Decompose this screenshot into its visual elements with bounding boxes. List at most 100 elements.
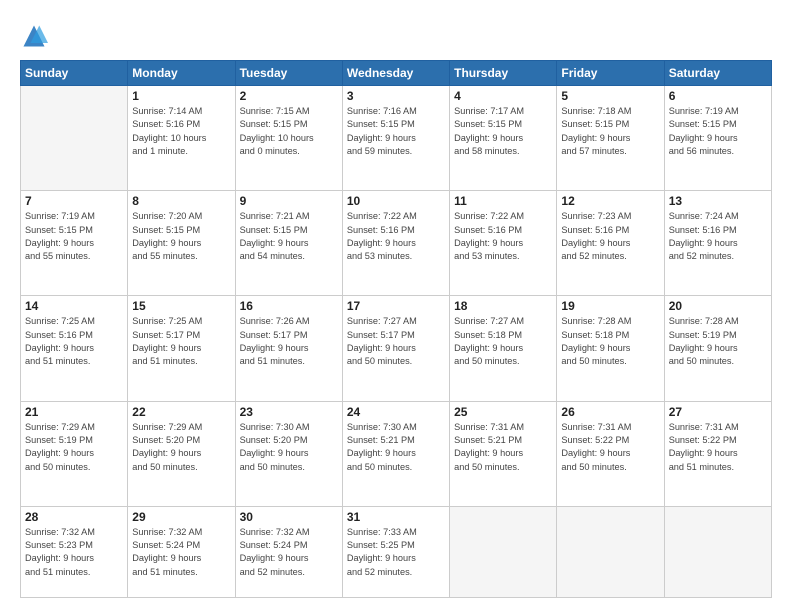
day-info: Sunrise: 7:31 AMSunset: 5:22 PMDaylight:… xyxy=(669,421,767,474)
day-info: Sunrise: 7:31 AMSunset: 5:21 PMDaylight:… xyxy=(454,421,552,474)
weekday-header-row: SundayMondayTuesdayWednesdayThursdayFrid… xyxy=(21,61,772,86)
day-info: Sunrise: 7:30 AMSunset: 5:20 PMDaylight:… xyxy=(240,421,338,474)
logo xyxy=(20,22,50,50)
day-info: Sunrise: 7:18 AMSunset: 5:15 PMDaylight:… xyxy=(561,105,659,158)
day-info: Sunrise: 7:32 AMSunset: 5:24 PMDaylight:… xyxy=(240,526,338,579)
day-info: Sunrise: 7:22 AMSunset: 5:16 PMDaylight:… xyxy=(454,210,552,263)
weekday-header-sunday: Sunday xyxy=(21,61,128,86)
week-row-3: 14 Sunrise: 7:25 AMSunset: 5:16 PMDayligh… xyxy=(21,296,772,401)
calendar-cell: 21 Sunrise: 7:29 AMSunset: 5:19 PMDayligh… xyxy=(21,401,128,506)
day-number: 29 xyxy=(132,510,230,524)
day-info: Sunrise: 7:20 AMSunset: 5:15 PMDaylight:… xyxy=(132,210,230,263)
calendar-cell: 14 Sunrise: 7:25 AMSunset: 5:16 PMDayligh… xyxy=(21,296,128,401)
calendar-cell: 24 Sunrise: 7:30 AMSunset: 5:21 PMDayligh… xyxy=(342,401,449,506)
day-number: 30 xyxy=(240,510,338,524)
calendar-cell: 12 Sunrise: 7:23 AMSunset: 5:16 PMDayligh… xyxy=(557,191,664,296)
day-info: Sunrise: 7:31 AMSunset: 5:22 PMDaylight:… xyxy=(561,421,659,474)
day-info: Sunrise: 7:30 AMSunset: 5:21 PMDaylight:… xyxy=(347,421,445,474)
weekday-header-monday: Monday xyxy=(128,61,235,86)
day-number: 10 xyxy=(347,194,445,208)
day-info: Sunrise: 7:16 AMSunset: 5:15 PMDaylight:… xyxy=(347,105,445,158)
calendar-cell: 23 Sunrise: 7:30 AMSunset: 5:20 PMDayligh… xyxy=(235,401,342,506)
day-info: Sunrise: 7:15 AMSunset: 5:15 PMDaylight:… xyxy=(240,105,338,158)
day-number: 1 xyxy=(132,89,230,103)
day-number: 21 xyxy=(25,405,123,419)
day-info: Sunrise: 7:24 AMSunset: 5:16 PMDaylight:… xyxy=(669,210,767,263)
day-number: 6 xyxy=(669,89,767,103)
week-row-4: 21 Sunrise: 7:29 AMSunset: 5:19 PMDayligh… xyxy=(21,401,772,506)
page: SundayMondayTuesdayWednesdayThursdayFrid… xyxy=(0,0,792,612)
day-info: Sunrise: 7:25 AMSunset: 5:17 PMDaylight:… xyxy=(132,315,230,368)
calendar-cell: 11 Sunrise: 7:22 AMSunset: 5:16 PMDayligh… xyxy=(450,191,557,296)
day-info: Sunrise: 7:23 AMSunset: 5:16 PMDaylight:… xyxy=(561,210,659,263)
day-info: Sunrise: 7:29 AMSunset: 5:19 PMDaylight:… xyxy=(25,421,123,474)
day-info: Sunrise: 7:17 AMSunset: 5:15 PMDaylight:… xyxy=(454,105,552,158)
day-number: 22 xyxy=(132,405,230,419)
calendar-cell: 10 Sunrise: 7:22 AMSunset: 5:16 PMDayligh… xyxy=(342,191,449,296)
calendar-cell: 19Sunrise: 7:28 AMSunset: 5:18 PMDayligh… xyxy=(557,296,664,401)
day-number: 18 xyxy=(454,299,552,313)
weekday-header-tuesday: Tuesday xyxy=(235,61,342,86)
day-number: 23 xyxy=(240,405,338,419)
day-info: Sunrise: 7:27 AMSunset: 5:17 PMDaylight:… xyxy=(347,315,445,368)
week-row-2: 7 Sunrise: 7:19 AMSunset: 5:15 PMDaylight… xyxy=(21,191,772,296)
day-number: 25 xyxy=(454,405,552,419)
calendar-cell xyxy=(21,86,128,191)
day-number: 3 xyxy=(347,89,445,103)
day-number: 7 xyxy=(25,194,123,208)
calendar-cell: 7 Sunrise: 7:19 AMSunset: 5:15 PMDaylight… xyxy=(21,191,128,296)
calendar-cell: 8 Sunrise: 7:20 AMSunset: 5:15 PMDaylight… xyxy=(128,191,235,296)
calendar-cell: 26 Sunrise: 7:31 AMSunset: 5:22 PMDayligh… xyxy=(557,401,664,506)
calendar-cell: 30 Sunrise: 7:32 AMSunset: 5:24 PMDayligh… xyxy=(235,506,342,597)
calendar-cell: 3 Sunrise: 7:16 AMSunset: 5:15 PMDaylight… xyxy=(342,86,449,191)
day-number: 5 xyxy=(561,89,659,103)
calendar-cell: 13 Sunrise: 7:24 AMSunset: 5:16 PMDayligh… xyxy=(664,191,771,296)
day-info: Sunrise: 7:33 AMSunset: 5:25 PMDaylight:… xyxy=(347,526,445,579)
day-number: 15 xyxy=(132,299,230,313)
week-row-5: 28Sunrise: 7:32 AMSunset: 5:23 PMDayligh… xyxy=(21,506,772,597)
calendar-cell: 9 Sunrise: 7:21 AMSunset: 5:15 PMDaylight… xyxy=(235,191,342,296)
day-number: 9 xyxy=(240,194,338,208)
day-number: 13 xyxy=(669,194,767,208)
day-info: Sunrise: 7:25 AMSunset: 5:16 PMDaylight:… xyxy=(25,315,123,368)
weekday-header-thursday: Thursday xyxy=(450,61,557,86)
calendar-cell: 15 Sunrise: 7:25 AMSunset: 5:17 PMDayligh… xyxy=(128,296,235,401)
calendar-cell: 1 Sunrise: 7:14 AMSunset: 5:16 PMDaylight… xyxy=(128,86,235,191)
day-number: 20 xyxy=(669,299,767,313)
calendar-cell: 16Sunrise: 7:26 AMSunset: 5:17 PMDayligh… xyxy=(235,296,342,401)
day-info: Sunrise: 7:14 AMSunset: 5:16 PMDaylight:… xyxy=(132,105,230,158)
day-info: Sunrise: 7:32 AMSunset: 5:24 PMDaylight:… xyxy=(132,526,230,579)
calendar-cell: 5 Sunrise: 7:18 AMSunset: 5:15 PMDaylight… xyxy=(557,86,664,191)
day-number: 24 xyxy=(347,405,445,419)
weekday-header-friday: Friday xyxy=(557,61,664,86)
day-number: 27 xyxy=(669,405,767,419)
day-number: 4 xyxy=(454,89,552,103)
weekday-header-saturday: Saturday xyxy=(664,61,771,86)
day-info: Sunrise: 7:28 AMSunset: 5:18 PMDaylight:… xyxy=(561,315,659,368)
calendar-cell xyxy=(557,506,664,597)
week-row-1: 1 Sunrise: 7:14 AMSunset: 5:16 PMDaylight… xyxy=(21,86,772,191)
day-info: Sunrise: 7:21 AMSunset: 5:15 PMDaylight:… xyxy=(240,210,338,263)
logo-icon xyxy=(20,22,48,50)
day-info: Sunrise: 7:19 AMSunset: 5:15 PMDaylight:… xyxy=(25,210,123,263)
header xyxy=(20,18,772,50)
day-info: Sunrise: 7:29 AMSunset: 5:20 PMDaylight:… xyxy=(132,421,230,474)
calendar-cell: 25 Sunrise: 7:31 AMSunset: 5:21 PMDayligh… xyxy=(450,401,557,506)
day-info: Sunrise: 7:27 AMSunset: 5:18 PMDaylight:… xyxy=(454,315,552,368)
calendar-table: SundayMondayTuesdayWednesdayThursdayFrid… xyxy=(20,60,772,598)
day-number: 8 xyxy=(132,194,230,208)
day-number: 17 xyxy=(347,299,445,313)
day-number: 26 xyxy=(561,405,659,419)
calendar-cell: 27 Sunrise: 7:31 AMSunset: 5:22 PMDayligh… xyxy=(664,401,771,506)
day-info: Sunrise: 7:26 AMSunset: 5:17 PMDaylight:… xyxy=(240,315,338,368)
day-info: Sunrise: 7:32 AMSunset: 5:23 PMDaylight:… xyxy=(25,526,123,579)
calendar-cell xyxy=(450,506,557,597)
calendar-cell: 6 Sunrise: 7:19 AMSunset: 5:15 PMDaylight… xyxy=(664,86,771,191)
day-number: 14 xyxy=(25,299,123,313)
calendar-cell: 22 Sunrise: 7:29 AMSunset: 5:20 PMDayligh… xyxy=(128,401,235,506)
day-info: Sunrise: 7:22 AMSunset: 5:16 PMDaylight:… xyxy=(347,210,445,263)
calendar-cell: 28Sunrise: 7:32 AMSunset: 5:23 PMDayligh… xyxy=(21,506,128,597)
day-info: Sunrise: 7:19 AMSunset: 5:15 PMDaylight:… xyxy=(669,105,767,158)
day-number: 12 xyxy=(561,194,659,208)
day-number: 11 xyxy=(454,194,552,208)
